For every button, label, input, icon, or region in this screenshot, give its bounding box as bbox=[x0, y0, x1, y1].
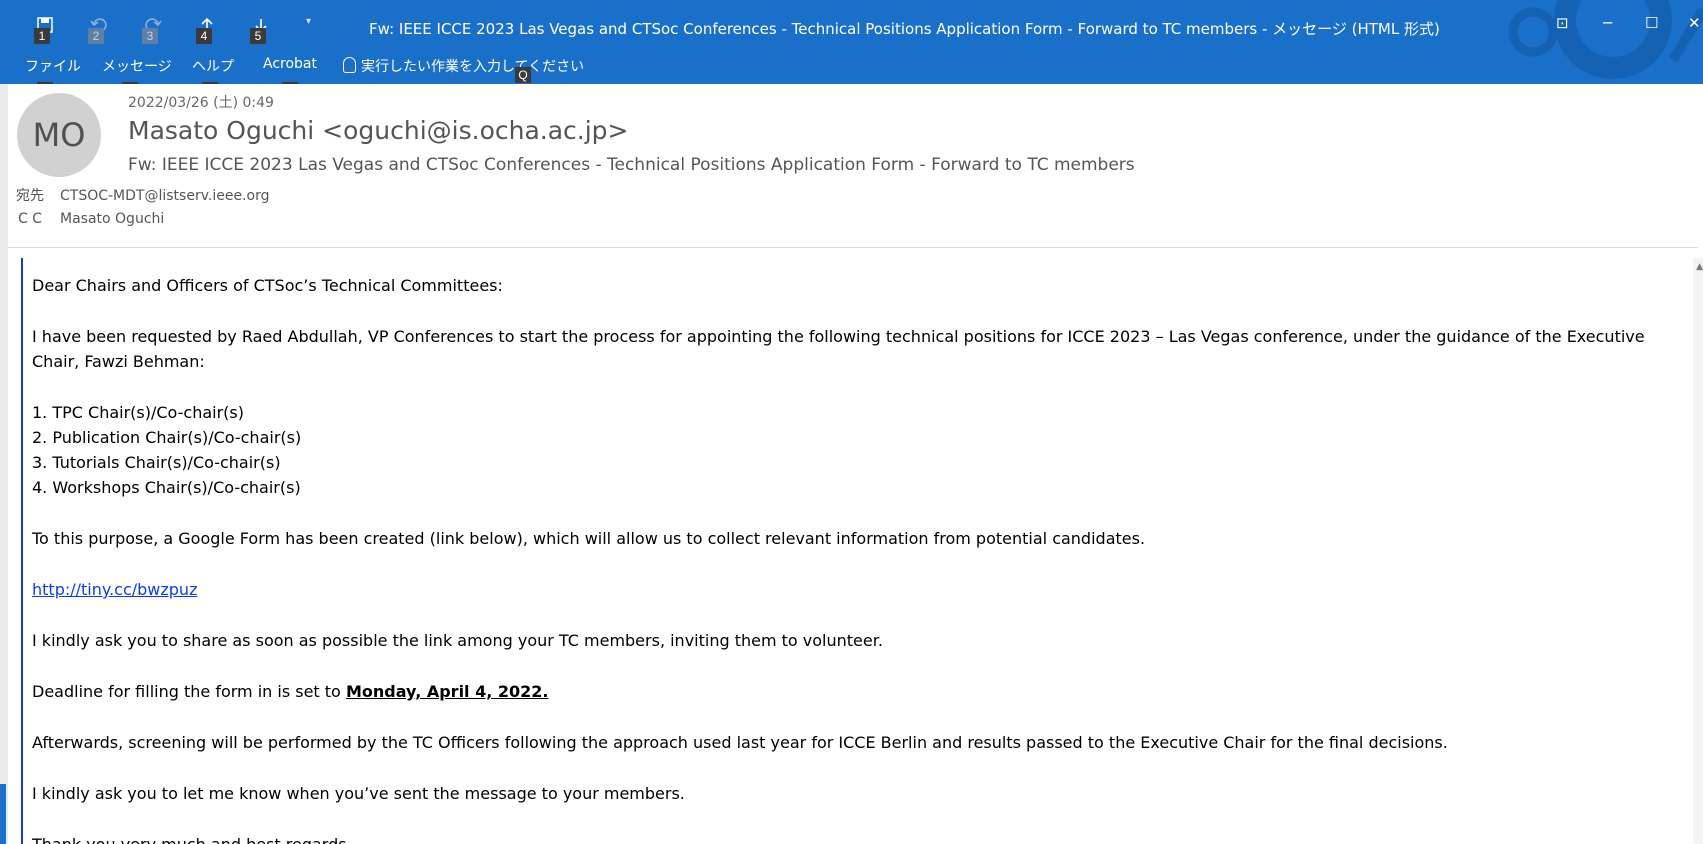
redo-button[interactable]: 3 bbox=[136, 14, 190, 50]
ribbon-tabs: ファイル F メッセージ H ヘルプ E Acrobat B 実行したい作業を入… bbox=[0, 56, 1703, 84]
keytip-h: H bbox=[122, 82, 138, 84]
to-label: 宛先 bbox=[16, 188, 44, 204]
keytip-2: 2 bbox=[88, 28, 104, 44]
customize-qat-icon[interactable]: ▾ bbox=[306, 16, 311, 27]
scroll-up-icon[interactable]: ▲ bbox=[1696, 262, 1703, 272]
tab-file[interactable]: ファイル F bbox=[25, 56, 81, 84]
keytip-q: Q bbox=[515, 67, 531, 83]
sender-name[interactable]: Masato Oguchi <oguchi@is.ocha.ac.jp> bbox=[128, 116, 629, 145]
message-text: Dear Chairs and Officers of CTSoc’s Tech… bbox=[32, 273, 1682, 844]
title-bar: 1 2 3 4 5 ▾ Fw: IEEE ICCE 2023 Las Vegas… bbox=[0, 0, 1703, 84]
paragraph: Afterwards, screening will be performed … bbox=[32, 733, 1448, 752]
window-title: Fw: IEEE ICCE 2023 Las Vegas and CTSoc C… bbox=[369, 20, 1440, 38]
list-item: 2. Publication Chair(s)/Co-chair(s) bbox=[32, 428, 302, 447]
cc-recipient[interactable]: Masato Oguchi bbox=[60, 211, 164, 227]
header-divider bbox=[8, 247, 1698, 248]
keytip-f: F bbox=[37, 82, 53, 84]
positions-list: 1. TPC Chair(s)/Co-chair(s) 2. Publicati… bbox=[32, 400, 1682, 500]
cc-label: C C bbox=[18, 211, 43, 227]
undo-button[interactable]: 2 bbox=[82, 14, 136, 50]
keytip-1: 1 bbox=[34, 28, 50, 44]
lightbulb-icon bbox=[343, 57, 356, 73]
tell-me-search[interactable]: 実行したい作業を入力してください Q bbox=[343, 56, 584, 83]
list-item: 4. Workshops Chair(s)/Co-chair(s) bbox=[32, 478, 301, 497]
next-item-button[interactable]: 5 bbox=[244, 14, 298, 50]
maximize-button[interactable]: ☐ bbox=[1645, 14, 1658, 32]
paragraph: To this purpose, a Google Form has been … bbox=[32, 529, 1146, 548]
left-edge bbox=[0, 84, 8, 844]
paragraph: I kindly ask you to let me know when you… bbox=[32, 784, 685, 803]
to-recipient[interactable]: CTSOC-MDT@listserv.ieee.org bbox=[60, 188, 270, 204]
list-item: 3. Tutorials Chair(s)/Co-chair(s) bbox=[32, 453, 281, 472]
message-subject: Fw: IEEE ICCE 2023 Las Vegas and CTSoc C… bbox=[128, 155, 1135, 175]
cc-line: C C Masato Oguchi bbox=[18, 211, 164, 227]
quick-access-toolbar: 1 2 3 4 5 bbox=[28, 14, 298, 50]
avatar[interactable]: MO bbox=[17, 93, 101, 177]
form-link[interactable]: http://tiny.cc/bwzpuz bbox=[32, 580, 197, 599]
tab-message[interactable]: メッセージ H bbox=[102, 56, 172, 84]
keytip-5: 5 bbox=[250, 28, 266, 44]
tab-help[interactable]: ヘルプ E bbox=[192, 56, 234, 84]
previous-item-button[interactable]: 4 bbox=[190, 14, 244, 50]
keytip-b: B bbox=[282, 82, 298, 84]
deadline-date: Monday, April 4, 2022. bbox=[345, 682, 549, 701]
keytip-e: E bbox=[202, 82, 218, 84]
list-item: 1. TPC Chair(s)/Co-chair(s) bbox=[32, 403, 244, 422]
paragraph: I kindly ask you to share as soon as pos… bbox=[32, 631, 883, 650]
close-button[interactable]: ✕ bbox=[1688, 14, 1701, 32]
greeting: Dear Chairs and Officers of CTSoc’s Tech… bbox=[32, 276, 503, 295]
to-line: 宛先 CTSOC-MDT@listserv.ieee.org bbox=[16, 185, 270, 205]
keytip-4: 4 bbox=[196, 28, 212, 44]
tab-acrobat[interactable]: Acrobat B bbox=[263, 56, 317, 84]
minimize-button[interactable]: ─ bbox=[1603, 14, 1612, 32]
keytip-3: 3 bbox=[142, 28, 158, 44]
restore-ribbon-icon[interactable]: ⊡ bbox=[1556, 14, 1569, 32]
save-button[interactable]: 1 bbox=[28, 14, 82, 50]
paragraph: Thank you very much and best regards, bbox=[32, 832, 1682, 844]
message-body: Dear Chairs and Officers of CTSoc’s Tech… bbox=[21, 258, 1693, 844]
paragraph: I have been requested by Raed Abdullah, … bbox=[32, 327, 1645, 371]
vertical-scrollbar[interactable]: ▲ bbox=[1693, 258, 1703, 844]
deadline-paragraph: Deadline for filling the form in is set … bbox=[32, 682, 549, 701]
message-datetime: 2022/03/26 (土) 0:49 bbox=[128, 95, 274, 111]
